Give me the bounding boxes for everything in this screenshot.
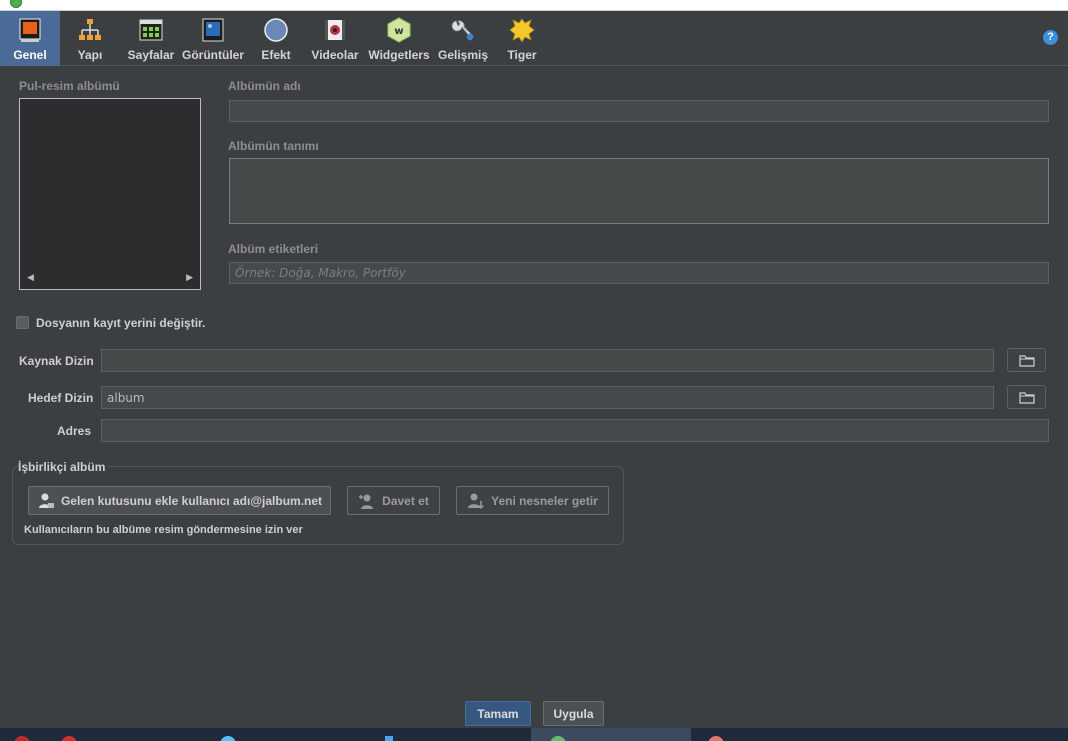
taskbar-app-icon[interactable] <box>61 736 77 741</box>
thumbnail-preview[interactable]: ◀ ▶ <box>19 98 201 290</box>
invite-button[interactable]: Davet et <box>347 486 440 515</box>
general-icon <box>19 18 41 42</box>
user-inbox-icon <box>38 493 54 508</box>
title-bar <box>0 0 1068 11</box>
collab-note: Kullanıcıların bu albüme resim göndermes… <box>24 524 303 536</box>
pages-icon <box>139 19 163 41</box>
taskbar-app-icon[interactable] <box>220 736 236 741</box>
wrench-icon <box>451 20 474 41</box>
tab-label: Yapı <box>77 48 103 62</box>
source-browse-button[interactable] <box>1007 348 1046 372</box>
source-dir-input[interactable] <box>101 349 994 372</box>
album-name-input[interactable] <box>229 100 1049 122</box>
tab-label: Videolar <box>311 48 359 62</box>
folder-icon <box>1018 391 1035 404</box>
tab-label: Genel <box>13 48 47 62</box>
tab-gelismis[interactable]: Gelişmiş <box>436 11 490 66</box>
tab-label: Görüntüler <box>182 48 244 62</box>
source-dir-label: Kaynak Dizin <box>19 354 94 368</box>
thumbnail-label: Pul-resim albümü <box>19 79 120 93</box>
svg-text:w: w <box>394 26 403 37</box>
tab-label: Gelişmiş <box>437 48 489 62</box>
album-description-textarea[interactable] <box>229 158 1049 224</box>
album-description-label: Albümün tanımı <box>228 139 319 153</box>
target-dir-label: Hedef Dizin <box>28 391 94 405</box>
os-taskbar <box>0 728 1068 741</box>
target-dir-input[interactable]: album <box>101 386 994 409</box>
ok-button[interactable]: Tamam <box>465 701 531 726</box>
help-icon[interactable]: ? <box>1043 30 1058 45</box>
widget-icon: w <box>387 17 411 43</box>
tab-label: Sayfalar <box>127 48 175 62</box>
taskbar-app-icon[interactable] <box>385 736 393 741</box>
tab-yapi[interactable]: Yapı <box>64 11 116 66</box>
change-location-checkbox[interactable] <box>16 316 29 329</box>
address-label: Adres <box>57 424 92 438</box>
invite-user-icon <box>359 494 374 509</box>
download-user-icon <box>468 493 485 509</box>
settings-toolbar: Genel Yapı Sayfalar Görüntüler Efekt Vid… <box>0 11 1068 66</box>
tab-widgetlers[interactable]: w Widgetlers <box>366 11 432 66</box>
folder-icon <box>1018 354 1035 367</box>
tab-genel[interactable]: Genel <box>0 11 60 66</box>
tab-sayfalar[interactable]: Sayfalar <box>124 11 178 66</box>
taskbar-app-icon[interactable] <box>14 736 30 741</box>
add-inbox-label: Gelen kutusunu ekle kullanıcı adı@jalbum… <box>60 493 323 508</box>
album-tags-input[interactable]: Örnek: Doğa, Makro, Portföy <box>229 262 1049 284</box>
fetch-new-label: Yeni nesneler getir <box>491 493 598 508</box>
left-arrow-icon[interactable]: ◀ <box>27 273 34 283</box>
address-input[interactable] <box>101 419 1049 442</box>
add-inbox-button[interactable]: Gelen kutusunu ekle kullanıcı adı@jalbum… <box>28 486 331 515</box>
tiger-skin-icon <box>509 18 535 43</box>
album-name-label: Albümün adı <box>228 79 301 93</box>
structure-icon <box>79 19 101 40</box>
tab-label: Widgetlers <box>368 48 430 62</box>
tab-videolar[interactable]: Videolar <box>306 11 364 66</box>
invite-label: Davet et <box>382 493 429 508</box>
taskbar-app-icon[interactable] <box>708 736 724 741</box>
collab-group-title: İşbirlikçi albüm <box>18 460 109 474</box>
images-icon <box>202 18 224 42</box>
tab-efekt[interactable]: Efekt <box>253 11 299 66</box>
apply-button[interactable]: Uygula <box>543 701 604 726</box>
effect-icon <box>264 18 288 42</box>
tab-label: Tiger <box>507 48 537 62</box>
tab-label: Efekt <box>261 48 291 62</box>
video-icon <box>325 20 345 40</box>
tab-tiger[interactable]: Tiger <box>500 11 544 66</box>
right-arrow-icon[interactable]: ▶ <box>186 273 193 283</box>
target-browse-button[interactable] <box>1007 385 1046 409</box>
app-icon <box>10 0 22 8</box>
fetch-new-button[interactable]: Yeni nesneler getir <box>456 486 609 515</box>
tab-goruntuler[interactable]: Görüntüler <box>180 11 246 66</box>
album-tags-label: Albüm etiketleri <box>228 242 319 256</box>
change-location-label[interactable]: Dosyanın kayıt yerini değiştir. <box>36 316 205 330</box>
